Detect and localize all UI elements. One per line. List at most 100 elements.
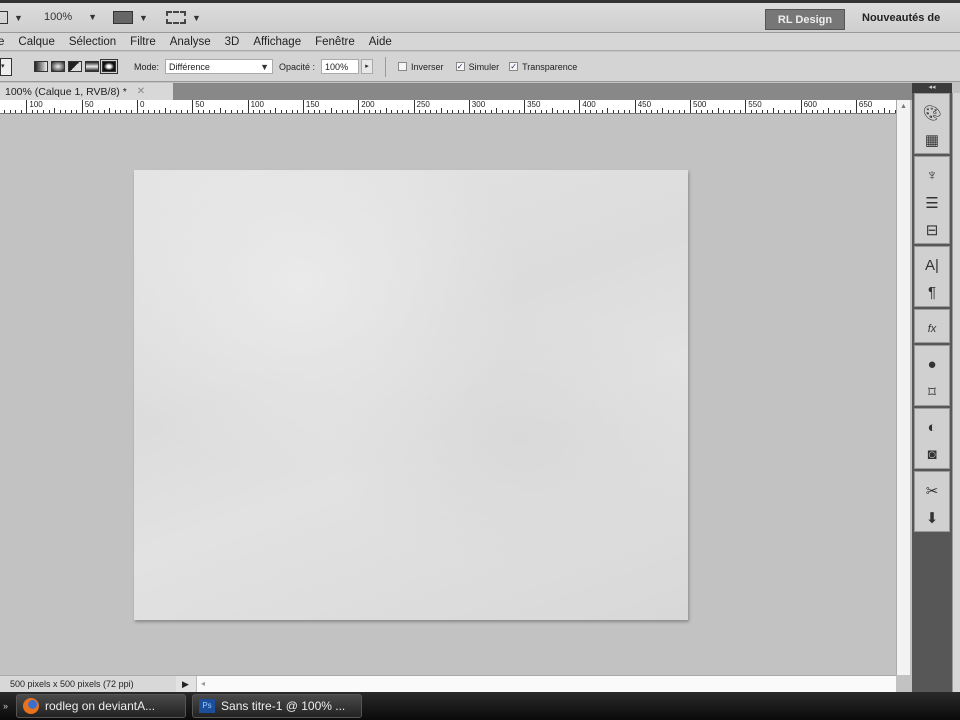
screen-mode-button[interactable]: ▼ — [166, 11, 201, 24]
ruler-tick — [153, 110, 155, 113]
taskbar-overflow-icon[interactable]: » — [3, 701, 8, 711]
taskbar-firefox-item[interactable]: rodleg on deviantA... — [16, 694, 187, 718]
menu-image[interactable]: e — [0, 36, 4, 48]
panel-dock: ◂◂ 🎨︎ ▦ ♆ ☰ ⊟ A| ¶ fx ● ⌑ ◐ ◙ ✂ ⬇ — [912, 83, 952, 692]
ruler-tick — [164, 108, 166, 113]
ruler-label: 300 — [468, 100, 485, 113]
ruler-tick — [280, 110, 282, 113]
ruler-tick — [889, 110, 891, 113]
ruler-tick — [778, 110, 780, 113]
character-icon[interactable]: A| — [915, 252, 949, 279]
ruler-tick — [159, 110, 161, 113]
taskbar-item-label: rodleg on deviantA... — [45, 699, 156, 713]
ruler-tick — [623, 110, 625, 113]
ruler-tick — [673, 110, 675, 113]
ruler-tick — [767, 110, 769, 113]
ruler-tick — [629, 110, 631, 113]
workspace-whats-new-button[interactable]: Nouveautés de — [862, 12, 940, 24]
ruler-label: 400 — [579, 100, 596, 113]
ruler-label: 50 — [81, 100, 94, 113]
ruler-tick — [761, 110, 763, 113]
radial-gradient-icon[interactable] — [51, 61, 65, 72]
taskbar-photoshop-item[interactable]: Ps Sans titre-1 @ 100% ... — [192, 694, 363, 718]
swatches-icon[interactable]: ▦ — [915, 126, 949, 153]
arrange-documents-button[interactable]: ▼ — [113, 11, 148, 24]
menu-3d[interactable]: 3D — [225, 36, 240, 48]
ruler-tick — [214, 110, 216, 113]
layer-comps-icon[interactable]: ⊟ — [915, 216, 949, 243]
inverser-checkbox[interactable] — [398, 62, 408, 71]
ruler-tick — [225, 110, 227, 113]
opacity-slider-button[interactable]: ▸ — [361, 59, 374, 74]
diamond-gradient-icon[interactable] — [100, 59, 118, 74]
menu-help[interactable]: Aide — [369, 36, 392, 48]
menu-layer[interactable]: Calque — [18, 36, 54, 48]
blend-mode-select[interactable]: Différence ▼ — [165, 59, 274, 74]
ruler-tick — [297, 110, 299, 113]
paragraph-icon[interactable]: ¶ — [915, 279, 949, 306]
ruler-tick — [789, 110, 791, 113]
scroll-up-arrow[interactable]: ▲ — [897, 103, 910, 110]
ruler-tick — [374, 110, 376, 113]
menu-window[interactable]: Fenêtre — [315, 36, 355, 48]
ruler-tick — [546, 110, 548, 113]
opacity-input[interactable]: 100% — [321, 59, 360, 74]
reflected-gradient-icon[interactable] — [85, 61, 99, 72]
paths-icon[interactable]: ◙ — [915, 441, 949, 468]
menu-select[interactable]: Sélection — [69, 36, 116, 48]
stamp-icon[interactable]: ⬇ — [915, 504, 949, 531]
ruler-tick — [618, 110, 620, 113]
ruler-tick — [15, 110, 17, 113]
ruler-tick — [878, 110, 880, 113]
ruler-tick — [385, 108, 387, 113]
close-tab-icon[interactable]: ✕ — [137, 86, 145, 97]
ruler-tick — [125, 110, 127, 113]
palette-icon[interactable]: 🎨︎ — [915, 99, 949, 126]
simuler-checkbox[interactable]: ✓ — [455, 62, 465, 71]
transparence-checkbox[interactable]: ✓ — [509, 62, 519, 71]
ruler-tick — [269, 110, 271, 113]
mask-icon[interactable]: ⌑ — [915, 378, 949, 405]
application-bar: ▼ 100% ▼ ▼ ▼ RL Design Nouveautés de — [0, 0, 960, 33]
ruler-tick — [551, 108, 553, 113]
ruler-tick — [131, 110, 133, 113]
ruler-tick — [9, 110, 11, 113]
ruler-tick — [48, 110, 50, 113]
document-tab[interactable]: 100% (Calque 1, RVB/8) * ✕ — [0, 83, 173, 100]
angle-gradient-icon[interactable] — [68, 61, 82, 72]
workspace-rl-design-button[interactable]: RL Design — [765, 9, 845, 30]
vertical-scrollbar[interactable]: ▲ — [896, 100, 910, 675]
linear-gradient-icon[interactable] — [34, 61, 48, 72]
gradient-picker-dropdown[interactable]: ▾ — [0, 57, 12, 76]
ruler-label: 450 — [634, 100, 651, 113]
ruler-tick — [103, 110, 105, 113]
ruler-tick — [784, 110, 785, 113]
styles-icon[interactable]: fx — [915, 315, 949, 342]
menu-view[interactable]: Affichage — [253, 36, 301, 48]
launch-bridge-button[interactable]: ▼ — [0, 11, 23, 24]
zoom-level-dropdown[interactable]: 100% ▼ — [44, 11, 97, 23]
horizontal-ruler: 100 50 0 50 100 150 200 250 300 350 400 450 500 550 60… — [0, 100, 896, 114]
ruler-tick — [380, 110, 382, 113]
ruler-tick — [507, 110, 509, 113]
tools-preset-icon[interactable]: ✂ — [915, 477, 949, 504]
adjustments-icon[interactable]: ☰ — [915, 189, 949, 216]
ruler-tick — [717, 108, 719, 113]
dock-group: ♆ ☰ ⊟ — [914, 156, 950, 244]
collapse-dock-button[interactable]: ◂◂ — [912, 83, 952, 93]
clone-source-icon[interactable]: ♆ — [915, 162, 949, 189]
3d-icon[interactable]: ● — [915, 351, 949, 378]
horizontal-scrollbar[interactable]: ◂ — [196, 676, 896, 692]
channels-icon[interactable]: ◐ — [915, 414, 949, 441]
ruler-tick — [286, 110, 288, 113]
ruler-tick — [607, 108, 609, 113]
ruler-tick — [175, 110, 177, 113]
photoshop-icon: Ps — [199, 699, 216, 713]
document-canvas[interactable] — [134, 170, 688, 620]
ruler-tick — [706, 110, 708, 113]
collapsed-panel-edge[interactable] — [952, 93, 960, 692]
menu-filter[interactable]: Filtre — [130, 36, 156, 48]
blend-mode-value: Différence — [169, 61, 210, 72]
menu-analysis[interactable]: Analyse — [170, 36, 211, 48]
status-menu-arrow[interactable]: ▶ — [182, 679, 196, 690]
